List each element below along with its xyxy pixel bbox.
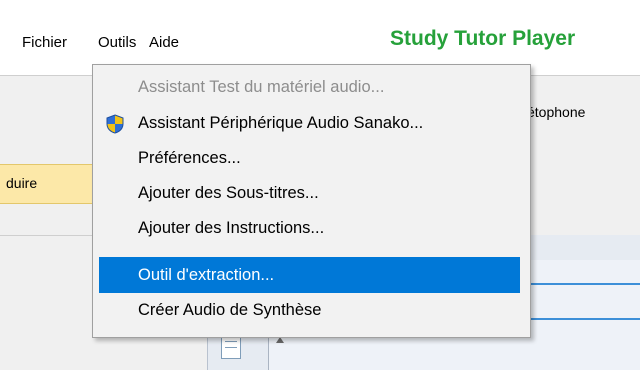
menu-item-label: Assistant Test du matériel audio... (138, 78, 385, 96)
menu-item-label: Outil d'extraction... (138, 266, 275, 284)
app-title: Study Tutor Player (390, 27, 576, 50)
menu-item-label: Ajouter des Instructions... (138, 219, 325, 237)
menu-item-preferences[interactable]: Préférences... (99, 144, 520, 172)
menu-help[interactable]: Aide (149, 34, 179, 51)
menu-item-sanako-audio-device-wizard[interactable]: Assistant Périphérique Audio Sanako... (99, 109, 520, 137)
menu-item-label: Préférences... (138, 149, 241, 167)
blue-rule-top (528, 283, 640, 285)
background-tab-label: duire (6, 175, 38, 191)
menu-item-add-subtitles[interactable]: Ajouter des Sous-titres... (99, 179, 520, 207)
tools-dropdown-menu: Assistant Test du matériel audio... Assi… (92, 64, 531, 338)
menu-item-create-synthesis-audio[interactable]: Créer Audio de Synthèse (99, 296, 520, 324)
menu-item-add-instructions[interactable]: Ajouter des Instructions... (99, 214, 520, 242)
menu-item-extraction-tool[interactable]: Outil d'extraction... (99, 257, 520, 293)
menu-item-label: Créer Audio de Synthèse (138, 301, 322, 319)
blue-rule-bottom (528, 318, 640, 320)
menu-item-label: Assistant Périphérique Audio Sanako... (138, 114, 424, 132)
uac-shield-icon (106, 114, 124, 134)
background-tab-partial[interactable]: duire (0, 164, 98, 204)
menu-item-label: Ajouter des Sous-titres... (138, 184, 319, 202)
menu-file[interactable]: Fichier (22, 34, 67, 51)
menu-item-audio-hardware-test: Assistant Test du matériel audio... (99, 73, 520, 101)
background-label-partial: étophone (527, 104, 586, 120)
menu-tools[interactable]: Outils (98, 34, 136, 51)
